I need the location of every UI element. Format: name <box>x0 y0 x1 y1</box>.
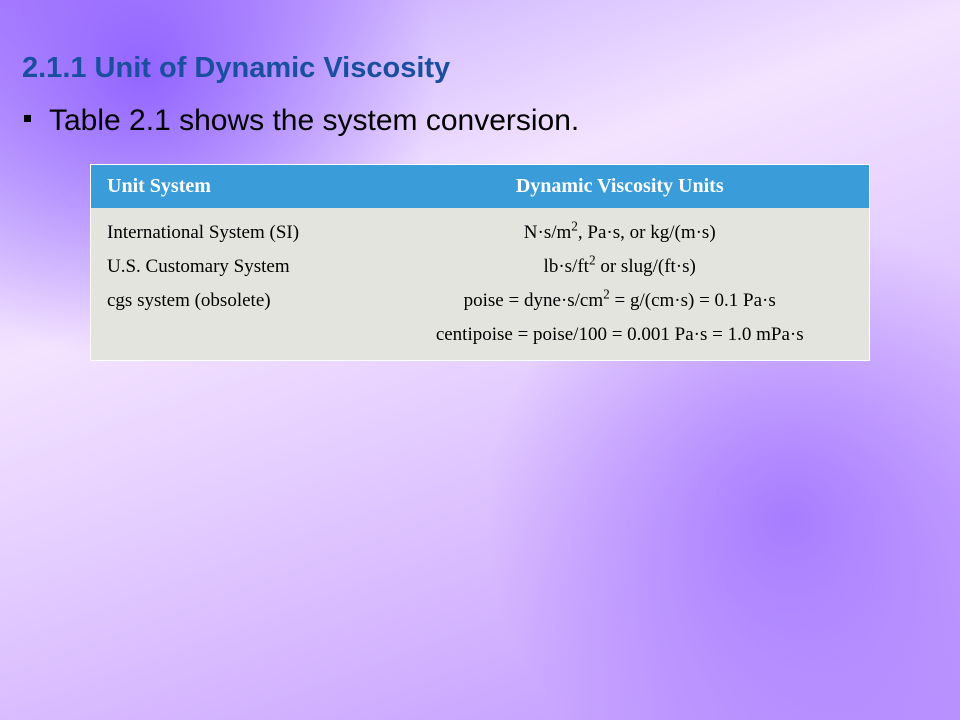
section-title: 2.1.1 Unit of Dynamic Viscosity <box>0 52 960 85</box>
table-header-row: Unit System Dynamic Viscosity Units <box>91 165 869 208</box>
cell-viscosity-units: poise = dyne·s/cm2 = g/(cm·s) = 0.1 Pa·s <box>370 284 869 318</box>
col-header-viscosity-units: Dynamic Viscosity Units <box>370 165 869 208</box>
slide: 2.1.1 Unit of Dynamic Viscosity Table 2.… <box>0 0 960 720</box>
bullet-text: Table 2.1 shows the system conversion. <box>49 101 579 140</box>
cell-viscosity-units: lb·s/ft2 or slug/(ft·s) <box>370 250 869 284</box>
cell-viscosity-units: centipoise = poise/100 = 0.001 Pa·s = 1.… <box>370 318 869 360</box>
cell-unit-system <box>91 318 370 360</box>
col-header-unit-system: Unit System <box>91 165 370 208</box>
table-container: Unit System Dynamic Viscosity Units Inte… <box>90 164 870 361</box>
bullet-item: Table 2.1 shows the system conversion. <box>0 101 960 140</box>
cell-viscosity-units: N·s/m2, Pa·s, or kg/(m·s) <box>370 208 869 250</box>
cell-unit-system: cgs system (obsolete) <box>91 284 370 318</box>
cell-unit-system: International System (SI) <box>91 208 370 250</box>
table-row: cgs system (obsolete) poise = dyne·s/cm2… <box>91 284 869 318</box>
table-row: International System (SI) N·s/m2, Pa·s, … <box>91 208 869 250</box>
bullet-icon <box>24 115 31 122</box>
table-row: centipoise = poise/100 = 0.001 Pa·s = 1.… <box>91 318 869 360</box>
cell-unit-system: U.S. Customary System <box>91 250 370 284</box>
table-row: U.S. Customary System lb·s/ft2 or slug/(… <box>91 250 869 284</box>
table-body: International System (SI) N·s/m2, Pa·s, … <box>91 208 869 360</box>
viscosity-table: Unit System Dynamic Viscosity Units Inte… <box>91 165 869 360</box>
